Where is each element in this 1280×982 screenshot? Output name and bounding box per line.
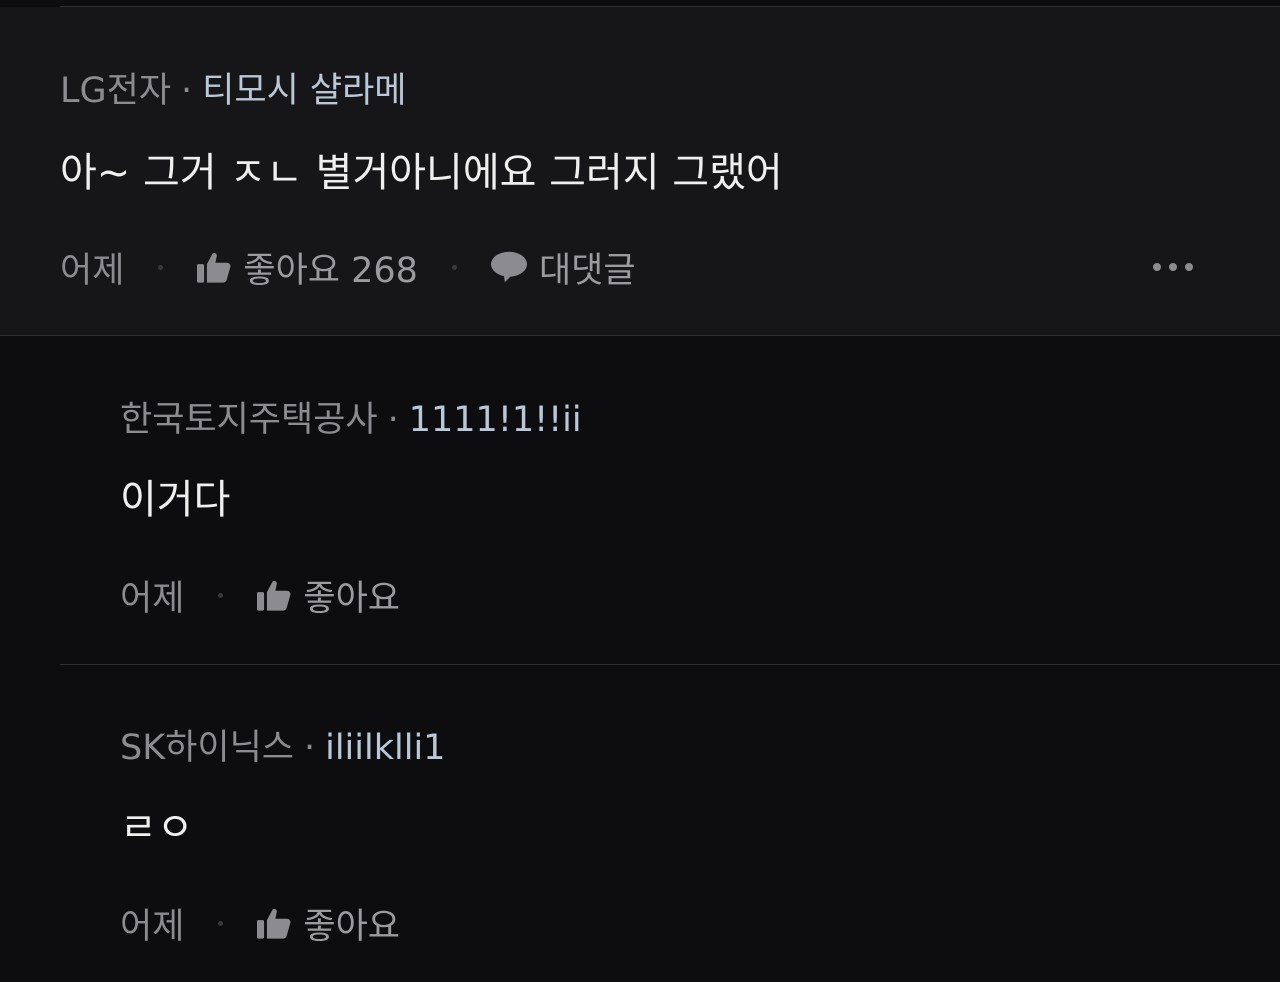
reply-text: 이거다	[120, 477, 231, 523]
comment-text: 아~ 그거 ㅈㄴ 별거아니에요 그러지 그랬어	[60, 150, 783, 196]
meta-separator	[218, 920, 224, 926]
thumbs-up-icon	[197, 252, 231, 283]
like-label: 좋아요	[303, 578, 401, 619]
like-button[interactable]: 좋아요	[257, 570, 400, 621]
author-company: SK하이닉스	[120, 728, 294, 768]
author-nickname: 티모시 샬라메	[202, 71, 407, 111]
comment-author[interactable]: LG전자 · 티모시 샬라메	[60, 74, 407, 109]
meta-separator	[218, 592, 224, 598]
reply-author[interactable]: SK하이닉스 · iliilklli1	[120, 731, 445, 766]
separator-dot: ·	[303, 728, 316, 768]
speech-bubble-icon	[490, 251, 527, 283]
reply-button[interactable]: 대댓글	[490, 242, 636, 293]
divider	[60, 664, 1280, 665]
like-label: 좋아요	[303, 906, 401, 947]
thumbs-up-icon	[257, 580, 291, 611]
author-nickname: 1111!1!!ii	[408, 400, 582, 440]
comment-time: 어제	[120, 906, 185, 947]
meta-separator	[158, 264, 164, 270]
author-company: 한국토지주택공사	[120, 400, 378, 440]
reply-meta: 어제 좋아요	[120, 575, 400, 619]
author-company: LG전자	[60, 71, 172, 111]
like-label: 좋아요 268	[243, 250, 418, 291]
author-nickname: iliilklli1	[325, 728, 446, 768]
separator-dot: ·	[181, 71, 193, 111]
comment-time: 어제	[120, 578, 185, 619]
like-button[interactable]: 좋아요	[257, 898, 400, 949]
reply-label: 대댓글	[538, 250, 636, 291]
separator-dot: ·	[387, 400, 399, 440]
comment-meta: 어제 좋아요 268 대댓글	[60, 247, 636, 291]
comment-item: LG전자 · 티모시 샬라메 아~ 그거 ㅈㄴ 별거아니에요 그러지 그랬어 어제 …	[0, 7, 1280, 336]
like-button[interactable]: 좋아요 268	[197, 242, 418, 293]
more-dots-icon	[1153, 263, 1161, 271]
comment-thread: LG전자 · 티모시 샬라메 아~ 그거 ㅈㄴ 별거아니에요 그러지 그랬어 어제 …	[0, 0, 1280, 982]
thumbs-up-icon	[257, 908, 291, 939]
meta-separator	[451, 264, 457, 270]
comment-time: 어제	[60, 250, 125, 291]
more-options-button[interactable]	[1153, 263, 1193, 271]
reply-author[interactable]: 한국토지주택공사 · 1111!1!!ii	[120, 403, 582, 438]
reply-meta: 어제 좋아요	[120, 903, 400, 947]
reply-text: ㄹㅇ	[120, 805, 194, 851]
